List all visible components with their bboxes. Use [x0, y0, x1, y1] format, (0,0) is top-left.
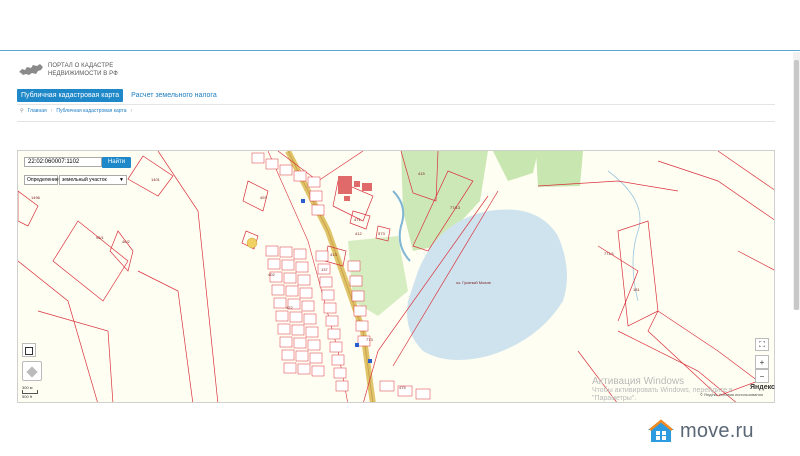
parcel-label: 415 — [418, 171, 425, 176]
chevron-down-icon: ▼ — [119, 177, 124, 183]
parcel-label: 137 — [321, 267, 328, 272]
tabs-divider — [17, 104, 775, 105]
plus-icon: + — [759, 358, 765, 367]
parcel-label: 95/1 — [96, 235, 105, 240]
breadcrumb: ⚲ Главная › Публичная кадастровая карта … — [20, 108, 132, 114]
watermark-text: move.ru — [680, 419, 754, 442]
fullscreen-button[interactable]: ⛶ — [755, 338, 769, 351]
breadcrumb-separator: › — [130, 108, 133, 114]
parcel-label: 46/2 — [122, 239, 131, 244]
scale-imperial: 500 ft — [22, 394, 33, 399]
parcel-label: 412 — [355, 231, 362, 236]
minus-icon: − — [759, 372, 765, 381]
parcel-label: 181 — [633, 287, 640, 292]
layers-icon — [26, 366, 38, 378]
logo-line-2: НЕДВИЖИМОСТИ В РФ — [48, 71, 118, 77]
map-canvas[interactable]: оз. Гусиный Мохов 1401 1496 95/1 46/2 49… — [18, 151, 775, 403]
parcel-label: 77/13 — [450, 205, 461, 210]
fullscreen-icon: ⛶ — [759, 340, 765, 349]
cadastral-search-input[interactable] — [24, 157, 102, 167]
logo-text: ПОРТАЛ О КАДАСТРЕ НЕДВИЖИМОСТИ В РФ — [48, 62, 118, 78]
portal-logo[interactable]: ПОРТАЛ О КАДАСТРЕ НЕДВИЖИМОСТИ В РФ — [18, 62, 118, 78]
pin-icon: ⚲ — [20, 108, 24, 114]
map-scale: 300 м 500 ft — [22, 385, 38, 399]
parcel-label: 771/1 — [604, 251, 615, 256]
russia-map-icon — [19, 64, 43, 75]
parcel-label: 1401 — [151, 177, 161, 182]
parcel-label: 573 — [378, 231, 385, 236]
logo-line-1: ПОРТАЛ О КАДАСТРЕ — [48, 63, 114, 69]
parcel-label: 1496 — [31, 195, 41, 200]
lake-label: оз. Гусиный Мохов — [456, 280, 491, 285]
parcel-label: 422 — [286, 305, 293, 310]
main-tabs: Публичная кадастровая карта Расчет земел… — [17, 89, 221, 102]
yandex-logo[interactable]: Яндекс — [750, 384, 775, 391]
mode-select-value: Определение — [27, 177, 59, 183]
zoom-out-button[interactable]: − — [755, 369, 769, 383]
parcel-label: 413 — [330, 252, 337, 257]
map-copyright[interactable]: © Яндекс Условия использования — [700, 392, 763, 397]
parcel-label: 773 — [366, 337, 373, 342]
header-divider — [0, 50, 800, 51]
mode-select[interactable]: Определение — [24, 175, 59, 185]
breadcrumb-home[interactable]: Главная — [28, 108, 47, 114]
map-layers-button[interactable] — [22, 361, 42, 381]
object-type-select-value: земельный участок — [62, 177, 107, 183]
breadcrumb-current[interactable]: Публичная кадастровая карта — [56, 108, 126, 114]
parcel-label: 475 — [399, 385, 406, 390]
layers-toggle-button[interactable] — [22, 343, 36, 357]
parcel-label: 471 — [354, 217, 361, 222]
windows-activation-notice: Активация Windows Чтобы активировать Win… — [592, 376, 733, 403]
breadcrumb-separator: › — [50, 108, 53, 114]
cadastral-map[interactable]: оз. Гусиный Мохов 1401 1496 95/1 46/2 49… — [17, 150, 775, 403]
zoom-in-button[interactable]: + — [755, 355, 769, 369]
house-icon — [648, 419, 674, 442]
breadcrumb-divider — [17, 121, 775, 122]
parcel-label: 493 — [260, 195, 267, 200]
tab-land-tax[interactable]: Расчет земельного налога — [127, 89, 221, 102]
tab-public-cadastral-map[interactable]: Публичная кадастровая карта — [17, 89, 124, 102]
green-patch — [536, 151, 583, 187]
move-ru-watermark: move.ru — [646, 418, 754, 444]
poi-marker — [246, 237, 258, 249]
parcel-label: 402 — [268, 272, 275, 277]
object-type-select[interactable]: земельный участок ▼ — [59, 175, 127, 185]
square-icon — [25, 347, 33, 355]
search-button[interactable]: Найти — [102, 157, 131, 168]
scrollbar-thumb[interactable] — [794, 60, 799, 310]
activation-title: Активация Windows — [592, 376, 685, 387]
